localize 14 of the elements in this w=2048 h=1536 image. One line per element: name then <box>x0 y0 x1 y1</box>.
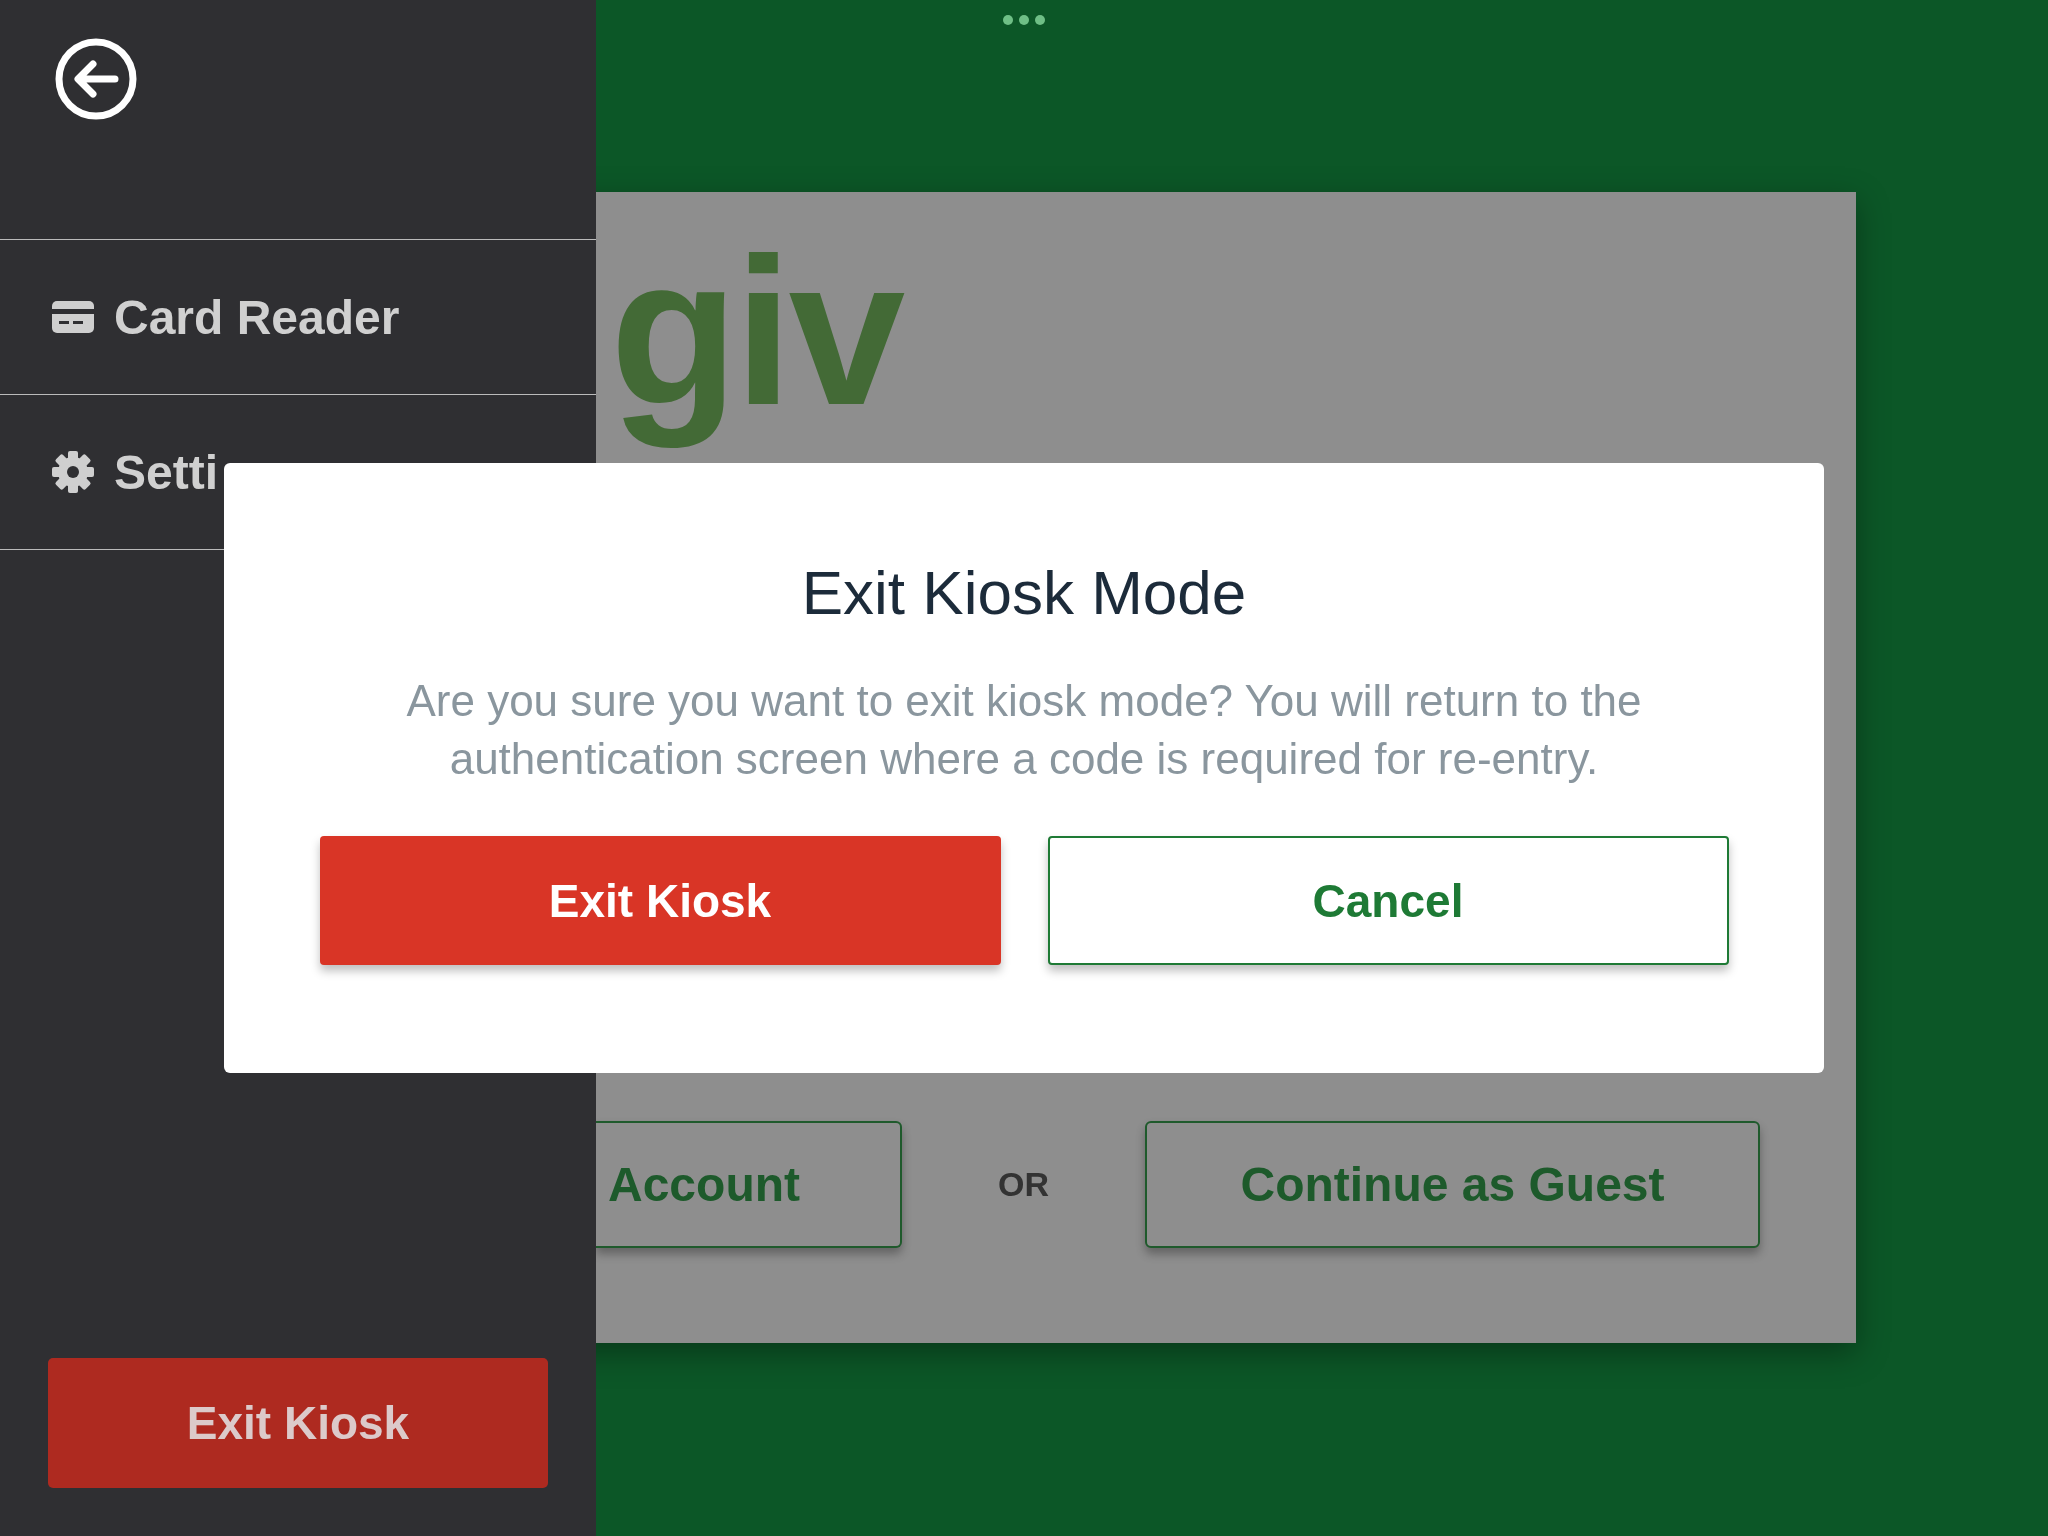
sidebar-item[interactable]: Card Reader <box>0 240 596 395</box>
exit-kiosk-button[interactable]: Exit Kiosk <box>48 1358 548 1488</box>
guest-button[interactable]: Continue as Guest <box>1145 1121 1760 1248</box>
dialog-message: Are you sure you want to exit kiosk mode? You will return to the authentication screen where a code is required for re-entry. <box>405 675 1643 785</box>
or-label: OR <box>997 1165 1050 1204</box>
exit-kiosk-button[interactable]: Exit Kiosk <box>319 836 1001 965</box>
logo: giv <box>610 213 902 451</box>
back-icon[interactable] <box>55 38 137 120</box>
dialog-title: Exit Kiosk Mode <box>801 557 1247 628</box>
gear-icon <box>52 451 94 493</box>
account-button[interactable]: Account <box>596 1121 902 1248</box>
card-icon <box>52 301 94 333</box>
cancel-button[interactable]: Cancel <box>1047 836 1729 965</box>
more-dots-icon[interactable] <box>1002 14 1046 26</box>
